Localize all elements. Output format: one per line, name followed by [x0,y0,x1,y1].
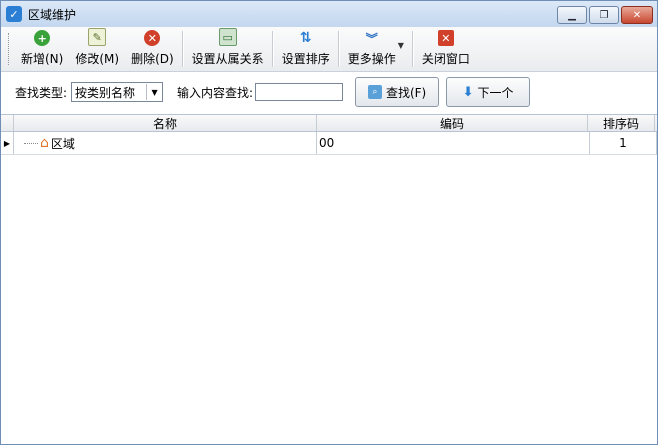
row-pointer-icon: ▶ [1,132,14,154]
sort-icon: ⇅ [299,30,312,46]
relation-icon: ▭ [218,28,237,46]
close-button[interactable]: ✕ [621,6,653,24]
set-relation-button[interactable]: ▭ 设置从属关系 [186,27,270,71]
set-order-button[interactable]: ⇅ 设置排序 [276,27,336,71]
toolbar-separator [271,31,274,67]
close-window-icon: ✕ [437,30,454,46]
cell-code[interactable]: 00 [317,132,590,154]
close-window-button[interactable]: ✕ 关闭窗口 [416,27,476,71]
more-actions-label: 更多操作 [347,52,396,66]
toolbar-separator [411,31,414,67]
tree-connector [24,142,38,144]
set-order-label: 设置排序 [281,52,330,66]
edit-button[interactable]: ✎ 修改(M) [69,27,125,71]
data-grid: 名称 编码 排序码 ▶ ⌂ 区域 00 1 [1,114,657,155]
cell-order[interactable]: 1 [590,132,657,154]
add-icon: + [34,30,51,46]
chevron-down-icon[interactable]: ▼ [146,84,162,100]
next-label: 下一个 [477,85,514,100]
column-header-name[interactable]: 名称 [14,115,317,131]
delete-icon: ✕ [144,30,161,46]
cell-name[interactable]: ⌂ 区域 [14,132,317,154]
home-icon: ⌂ [40,135,49,151]
restore-button[interactable]: ❐ [589,6,619,24]
grid-header: 名称 编码 排序码 [1,115,657,132]
search-type-label: 查找类型: [15,85,68,100]
next-button[interactable]: ⬇ 下一个 [446,77,531,107]
toolbar-grip[interactable] [8,33,12,65]
close-window-label: 关闭窗口 [421,52,470,66]
delete-button[interactable]: ✕ 删除(D) [125,27,180,71]
window-controls: ▁ ❐ ✕ [557,6,653,24]
search-input[interactable] [255,83,344,101]
find-label: 查找(F) [385,85,427,100]
more-actions-button[interactable]: ︾ 更多操作 [342,27,402,71]
toolbar-separator [337,31,340,67]
find-button[interactable]: ⌕ 查找(F) [355,77,440,107]
add-label: 新增(N) [21,52,64,66]
add-button[interactable]: + 新增(N) [15,27,69,71]
search-type-value: 按类别名称 [75,85,136,100]
arrow-down-icon: ⬇ [462,84,474,100]
window-title: 区域维护 [28,7,77,22]
search-content-label: 输入内容查找: [177,85,254,100]
row-code: 00 [319,136,335,150]
row-order: 1 [619,136,627,150]
toolbar: + 新增(N) ✎ 修改(M) ✕ 删除(D) ▭ 设置从属关系 ⇅ 设置排序 … [1,27,657,72]
search-icon: ⌕ [367,85,382,99]
chevron-down-icon[interactable]: ▼ [398,41,404,50]
row-header-corner [1,115,14,131]
toolbar-separator [181,31,184,67]
set-relation-label: 设置从属关系 [191,52,264,66]
edit-icon: ✎ [88,28,107,46]
row-name: 区域 [50,136,75,151]
double-chevron-down-icon: ︾ [365,31,378,46]
title-bar: ✓ 区域维护 ▁ ❐ ✕ [1,1,657,27]
search-type-select[interactable]: 按类别名称 ▼ [71,82,164,102]
column-header-order[interactable]: 排序码 [588,115,655,131]
column-header-code[interactable]: 编码 [317,115,588,131]
table-row[interactable]: ▶ ⌂ 区域 00 1 [1,132,657,155]
app-icon: ✓ [6,6,22,22]
minimize-button[interactable]: ▁ [557,6,587,24]
main-window: ✓ 区域维护 ▁ ❐ ✕ + 新增(N) ✎ 修改(M) ✕ 删除(D) ▭ 设… [0,0,658,445]
edit-label: 修改(M) [75,52,120,66]
search-bar: 查找类型: 按类别名称 ▼ 输入内容查找: ⌕ 查找(F) ⬇ 下一个 [1,72,657,112]
delete-label: 删除(D) [131,52,174,66]
